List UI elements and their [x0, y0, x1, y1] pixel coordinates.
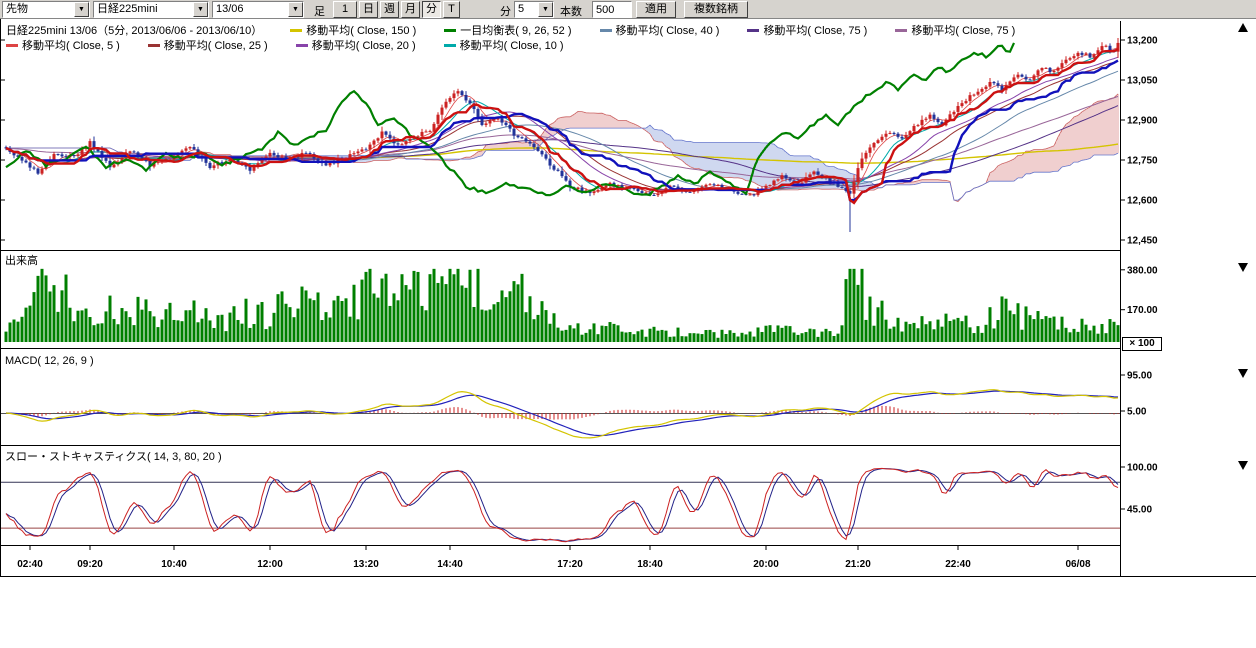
contract-month-value: 13/06: [213, 2, 288, 17]
axis-tick-label: 95.00: [1127, 371, 1152, 382]
period-button-分[interactable]: 分: [422, 1, 441, 18]
axis-tick-label: 170.00: [1127, 305, 1158, 316]
period-button-1[interactable]: 1: [333, 1, 357, 18]
dropdown-arrow-icon[interactable]: ▼: [74, 2, 89, 17]
stochastic-k-line: [6, 468, 1118, 541]
axis-tick-label: 02:40: [17, 559, 43, 570]
legend-item: 移動平均( Close, 20 ): [296, 37, 416, 53]
symbol-select-value: 日経225mini: [94, 2, 193, 17]
minute-label: 分: [500, 3, 511, 19]
triangle-down-icon: [1238, 369, 1248, 378]
period-button-T[interactable]: T: [443, 1, 460, 18]
period-button-月[interactable]: 月: [401, 1, 420, 18]
dropdown-arrow-icon[interactable]: ▼: [193, 2, 208, 17]
axis-tick-label: 100.00: [1127, 463, 1158, 474]
legend-color-marker: [296, 44, 308, 47]
axis-tick-label: 20:00: [753, 559, 779, 570]
axis-tick-label: 45.00: [1127, 504, 1152, 515]
triangle-up-icon: [1238, 23, 1248, 32]
axis-tick-label: 06/08: [1065, 559, 1090, 570]
axis-tick-label: 13,050: [1127, 76, 1158, 87]
ichimoku-span-a-line: [6, 94, 1118, 202]
bar-count-label: 本数: [560, 3, 582, 19]
axis-tick-label: 18:40: [637, 559, 663, 570]
price-scale-up-button[interactable]: [1238, 23, 1249, 33]
legend-item: 移動平均( Close, 10 ): [444, 37, 564, 53]
legend-color-marker: [444, 29, 456, 32]
legend-item: 移動平均( Close, 5 ): [6, 37, 120, 53]
price-panel: [5, 38, 1120, 232]
axis-tick-label: 12:00: [257, 559, 283, 570]
axis-tick-label: 22:40: [945, 559, 971, 570]
legend-item: 移動平均( Close, 150 ): [290, 22, 416, 38]
chart-canvas[interactable]: 13,200 13,050 12,900 12,750 12,600 12,450 380.…: [0, 19, 1256, 580]
legend-item: 移動平均( Close, 25 ): [148, 37, 268, 53]
legend-color-marker: [148, 44, 160, 47]
legend-row-2: 移動平均( Close, 5 ) 移動平均( Close, 25 ) 移動平均( C…: [6, 37, 592, 53]
minute-select-value: 5: [515, 2, 538, 17]
triangle-down-icon: [1238, 461, 1248, 470]
axis-tick-label: 5.00: [1127, 407, 1147, 418]
axis-tick-label: 09:20: [77, 559, 103, 570]
period-button-週[interactable]: 週: [380, 1, 399, 18]
volume-panel-title: 出来高: [5, 252, 38, 268]
macd-panel-title: MACD( 12, 26, 9 ): [5, 355, 94, 367]
axis-tick-label: 10:40: [161, 559, 187, 570]
axis-tick-label: 13,200: [1127, 36, 1158, 47]
macd-scale-down-button[interactable]: [1238, 369, 1249, 379]
axis-tick-label: 12,900: [1127, 116, 1158, 127]
axis-tick-label: 21:20: [845, 559, 871, 570]
dropdown-arrow-icon[interactable]: ▼: [288, 2, 303, 17]
legend-item: 一目均衡表( 9, 26, 52 ): [444, 22, 571, 38]
legend-color-marker: [895, 29, 907, 32]
axis-tick-label: 17:20: [557, 559, 583, 570]
period-button-日[interactable]: 日: [359, 1, 378, 18]
stochastic-panel-title: スロー・ストキャスティクス( 14, 3, 80, 20 ): [5, 448, 222, 464]
triangle-down-icon: [1238, 263, 1248, 272]
axis-tick-label: 12,600: [1127, 196, 1158, 207]
dropdown-arrow-icon[interactable]: ▼: [538, 2, 553, 17]
volume-panel: [5, 269, 1120, 342]
toolbar: 先物 ▼ 日経225mini ▼ 13/06 ▼ 足 分 5 ▼ 本数 適用 複…: [0, 0, 1256, 19]
symbol-select[interactable]: 日経225mini ▼: [93, 1, 209, 18]
stoch-scale-down-button[interactable]: [1238, 461, 1249, 471]
multi-symbol-button[interactable]: 複数銘柄: [684, 1, 748, 18]
category-select-value: 先物: [3, 2, 74, 17]
axis-tick-label: 13:20: [353, 559, 379, 570]
axis-tick-label: 12,750: [1127, 156, 1158, 167]
contract-month-select[interactable]: 13/06 ▼: [212, 1, 304, 18]
stochastics-panel: [0, 468, 1120, 541]
legend-item: 移動平均( Close, 75 ): [747, 22, 867, 38]
period-label: 足: [314, 3, 325, 19]
legend-color-marker: [600, 29, 612, 32]
stochastic-d-line: [6, 469, 1118, 542]
axis-tick-label: 12,450: [1127, 236, 1158, 247]
legend-color-marker: [444, 44, 456, 47]
legend-color-marker: [290, 29, 302, 32]
volume-multiplier-box: × 100: [1122, 337, 1162, 351]
bar-count-input[interactable]: [592, 1, 632, 18]
legend-item: 日経225mini 13/06（5分, 2013/06/06 - 2013/06…: [6, 22, 262, 38]
macd-panel: [0, 390, 1120, 438]
legend-item: 移動平均( Close, 40 ): [600, 22, 720, 38]
axis-tick-label: 380.00: [1127, 265, 1158, 276]
axis-tick-label: 14:40: [437, 559, 463, 570]
category-select[interactable]: 先物 ▼: [2, 1, 90, 18]
apply-button[interactable]: 適用: [636, 1, 676, 18]
legend-color-marker: [6, 44, 18, 47]
volume-scale-down-button[interactable]: [1238, 263, 1249, 273]
minute-select[interactable]: 5 ▼: [514, 1, 554, 18]
legend-row-1: 日経225mini 13/06（5分, 2013/06/06 - 2013/06…: [6, 22, 1043, 38]
legend-item: 移動平均( Close, 75 ): [895, 22, 1015, 38]
legend-color-marker: [747, 29, 759, 32]
